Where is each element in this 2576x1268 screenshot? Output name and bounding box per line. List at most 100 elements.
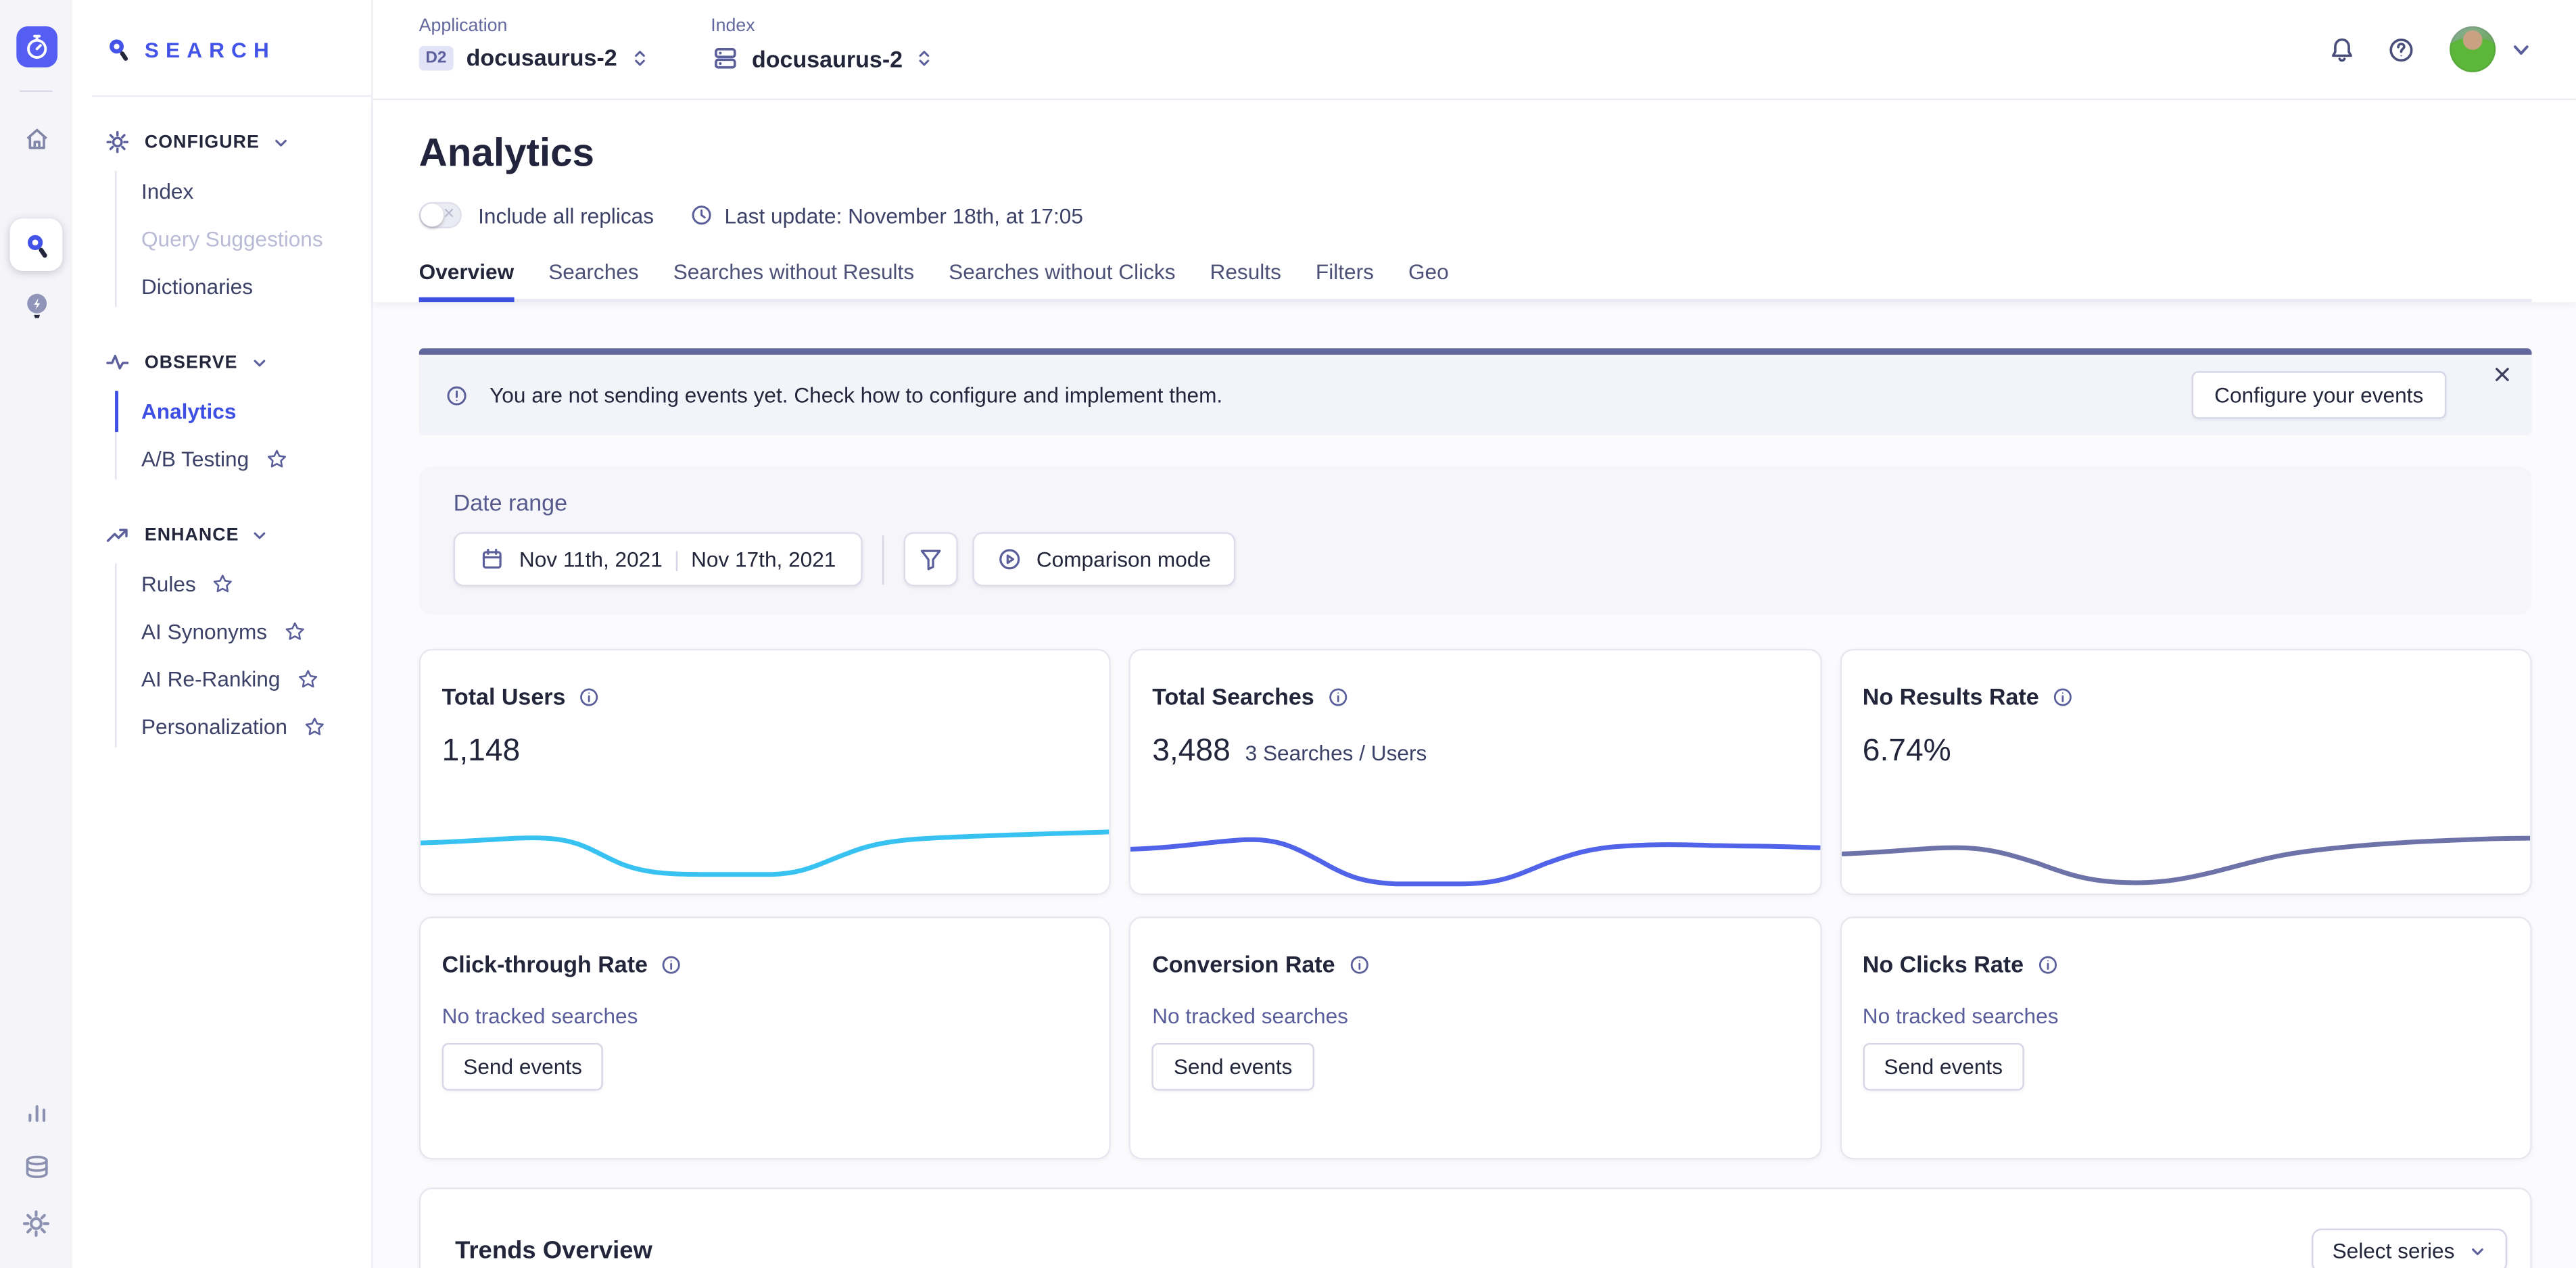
nav-section-label: ENHANCE — [145, 525, 239, 544]
index-stack-icon — [711, 45, 738, 72]
home-button[interactable] — [22, 125, 50, 153]
play-circle-icon — [997, 547, 1022, 571]
magnifier-logo-icon — [105, 36, 132, 62]
nav-head-observe[interactable]: OBSERVE — [72, 350, 371, 374]
app-logo-button[interactable] — [16, 26, 57, 68]
events-banner: You are not sending events yet. Check ho… — [419, 348, 2532, 435]
settings-rail-button[interactable] — [22, 1209, 51, 1238]
sidebar-item-ai-re-ranking[interactable]: AI Re-Ranking — [72, 656, 371, 703]
application-value: docusaurus-2 — [467, 45, 617, 71]
send-events-button[interactable]: Send events — [1863, 1043, 2024, 1090]
info-icon[interactable] — [2052, 686, 2074, 708]
analytics-rail-button[interactable] — [22, 1097, 50, 1125]
database-icon — [22, 1153, 50, 1181]
info-icon[interactable] — [661, 954, 682, 975]
vertical-separator — [882, 535, 883, 584]
nav-head-enhance[interactable]: ENHANCE — [72, 522, 371, 547]
application-selector[interactable]: D2 docusaurus-2 — [419, 45, 648, 71]
metric-title: Click-through Rate — [442, 951, 648, 977]
last-update-text: Last update: November 18th, at 17:05 — [725, 203, 1083, 227]
sidebar: SEARCH CONFIGURE — [72, 0, 373, 1268]
help-button[interactable] — [2387, 35, 2415, 63]
user-avatar[interactable] — [2450, 26, 2496, 72]
application-selector-group: Application D2 docusaurus-2 — [419, 0, 648, 99]
metric-card-total-users: Total Users 1,148 — [419, 649, 1112, 895]
send-events-button[interactable]: Send events — [442, 1043, 604, 1090]
tab-results[interactable]: Results — [1210, 260, 1281, 299]
send-events-button[interactable]: Send events — [1152, 1043, 1314, 1090]
tab-overview[interactable]: Overview — [419, 260, 515, 299]
index-value: docusaurus-2 — [752, 45, 903, 72]
page-content: You are not sending events yet. Check ho… — [373, 302, 2576, 1268]
sidebar-item-personalization[interactable]: Personalization — [72, 703, 371, 750]
replicas-toggle[interactable]: ✕ — [419, 202, 462, 228]
info-icon[interactable] — [1327, 686, 1349, 708]
lightbulb-flash-icon — [20, 291, 51, 322]
sparkline-total-searches — [1131, 811, 1820, 890]
trends-overview-panel: Trends Overview Select series — [419, 1188, 2532, 1268]
topbar-actions — [2328, 0, 2531, 99]
sidebar-item-label: Personalization — [141, 714, 287, 739]
search-logo[interactable]: SEARCH — [72, 0, 371, 62]
search-section-button[interactable] — [10, 218, 63, 271]
date-start: Nov 11th, 2021 — [519, 547, 663, 571]
tab-searches-without-results[interactable]: Searches without Results — [673, 260, 914, 299]
sidebar-item-ai-synonyms[interactable]: AI Synonyms — [72, 608, 371, 655]
date-end: Nov 17th, 2021 — [691, 547, 836, 571]
date-range-label: Date range — [454, 489, 2498, 516]
rail-bottom-group — [22, 1097, 51, 1238]
sidebar-item-rules[interactable]: Rules — [72, 560, 371, 608]
info-icon[interactable] — [2036, 954, 2058, 975]
pulse-icon — [105, 350, 130, 374]
date-range-picker[interactable]: Nov 11th, 2021 | Nov 17th, 2021 — [454, 532, 863, 586]
filter-button[interactable] — [903, 532, 957, 586]
sidebar-item-query-suggestions[interactable]: Query Suggestions — [72, 215, 371, 262]
info-icon[interactable] — [1348, 954, 1370, 975]
sidebar-item-analytics[interactable]: Analytics — [72, 387, 371, 435]
configure-events-button[interactable]: Configure your events — [2191, 371, 2446, 418]
account-menu-chevron-icon[interactable] — [2510, 39, 2532, 60]
banner-message: You are not sending events yet. Check ho… — [490, 383, 1222, 407]
sidebar-item-ab-testing[interactable]: A/B Testing — [72, 435, 371, 483]
chevron-down-icon — [2469, 1242, 2485, 1259]
metric-value: 3,488 — [1152, 734, 1231, 770]
date-divider: | — [674, 547, 679, 571]
trend-up-icon — [105, 522, 130, 547]
metric-value: 1,148 — [442, 734, 521, 770]
star-icon — [212, 573, 234, 595]
comparison-mode-label: Comparison mode — [1036, 547, 1211, 571]
sidebar-item-label: Index — [141, 179, 193, 203]
sidebar-item-index[interactable]: Index — [72, 168, 371, 215]
date-range-controls: Nov 11th, 2021 | Nov 17th, 2021 — [454, 532, 2498, 586]
trends-title: Trends Overview — [455, 1229, 652, 1268]
tab-geo[interactable]: Geo — [1408, 260, 1449, 299]
tab-searches[interactable]: Searches — [548, 260, 638, 299]
tab-searches-without-clicks[interactable]: Searches without Clicks — [949, 260, 1175, 299]
index-selector[interactable]: docusaurus-2 — [711, 45, 934, 72]
page-meta-row: ✕ Include all replicas Last update: Nove… — [419, 202, 2532, 228]
application-badge: D2 — [419, 45, 454, 70]
info-icon[interactable] — [579, 686, 600, 708]
recommend-button[interactable] — [20, 291, 51, 322]
chevron-down-icon — [272, 134, 289, 150]
chevron-down-icon — [251, 354, 267, 370]
close-icon[interactable] — [2492, 364, 2512, 384]
data-rail-button[interactable] — [22, 1153, 50, 1181]
index-selector-group: Index docusaurus-2 — [711, 0, 934, 99]
nav-section-label: OBSERVE — [145, 352, 238, 372]
comparison-mode-button[interactable]: Comparison mode — [972, 532, 1235, 586]
metric-card-no-clicks-rate: No Clicks Rate No tracked searches Send … — [1840, 917, 2532, 1160]
nav-head-configure[interactable]: CONFIGURE — [72, 130, 371, 154]
logo-text: SEARCH — [145, 37, 276, 62]
index-label: Index — [711, 16, 934, 36]
metric-card-no-results-rate: No Results Rate 6.74% — [1840, 649, 2532, 895]
select-series-button[interactable]: Select series — [2311, 1229, 2507, 1268]
metric-card-total-searches: Total Searches 3,488 3 Searches / Users — [1129, 649, 1821, 895]
sidebar-item-dictionaries[interactable]: Dictionaries — [72, 263, 371, 310]
nav-items-enhance: Rules AI Synonyms AI Re-Ranking Personal… — [72, 560, 371, 751]
tab-filters[interactable]: Filters — [1316, 260, 1374, 299]
notifications-button[interactable] — [2328, 35, 2356, 63]
search-icon — [22, 230, 50, 258]
sidebar-item-label: Rules — [141, 572, 196, 596]
sidebar-item-label: Analytics — [141, 399, 236, 423]
